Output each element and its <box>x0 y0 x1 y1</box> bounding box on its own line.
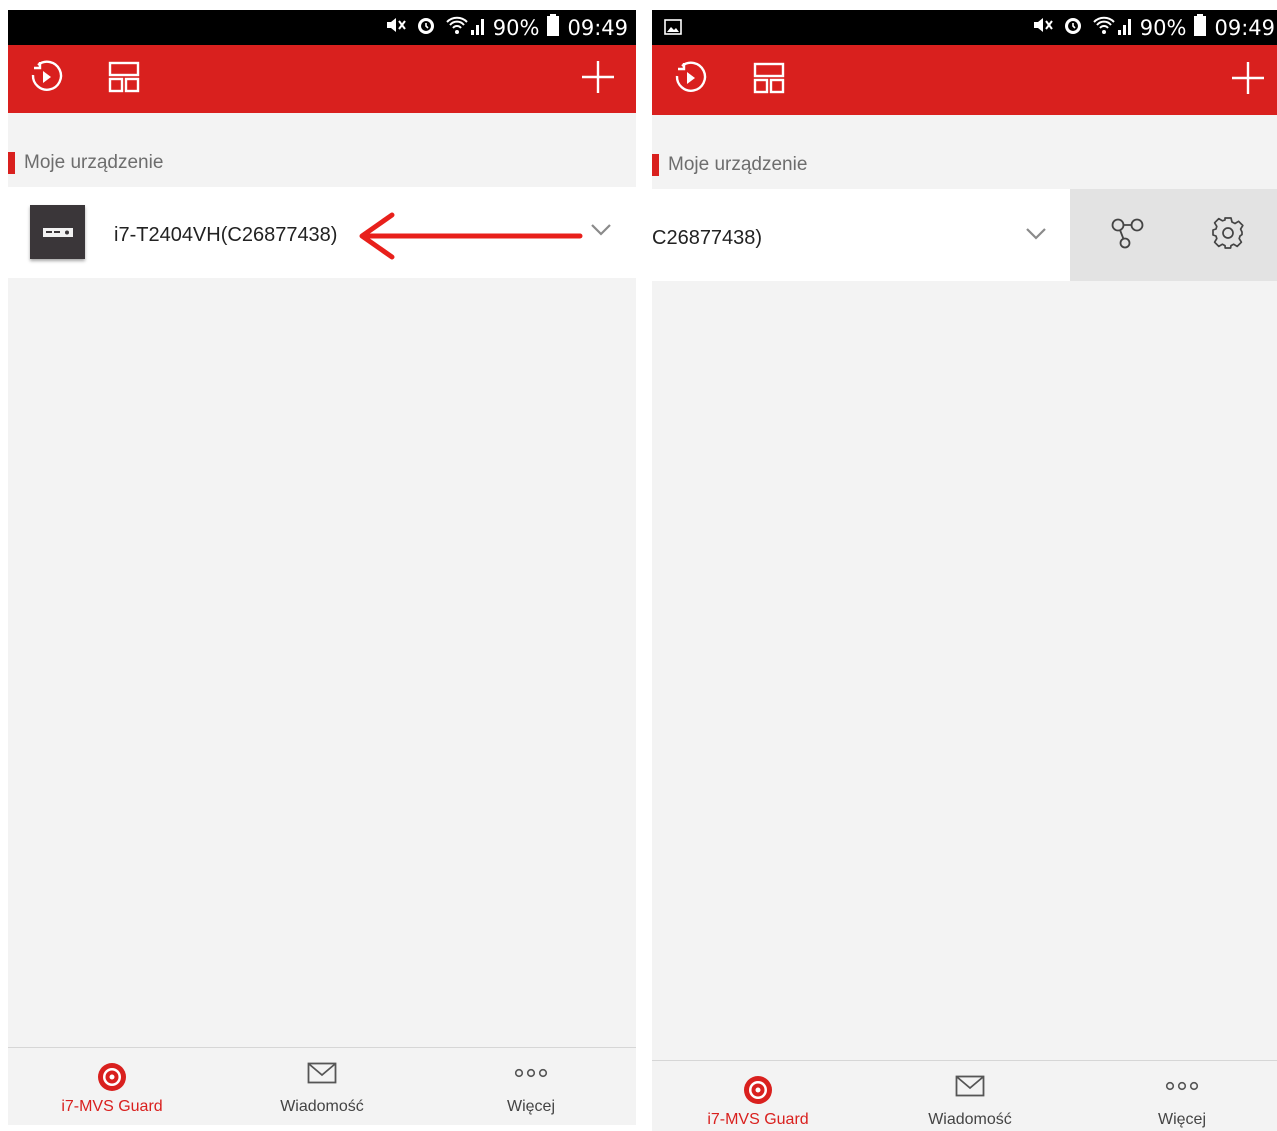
battery-percent: 90% <box>1139 15 1187 40</box>
chevron-down-icon[interactable] <box>590 223 612 242</box>
nav-label: i7-MVS Guard <box>707 1111 809 1128</box>
section-header: Moje urządzenie <box>652 150 807 180</box>
wifi-signal-icon <box>445 14 485 42</box>
nav-tab-messages[interactable]: Wiadomość <box>870 1061 1070 1131</box>
settings-button[interactable] <box>1189 189 1267 281</box>
layout-grid-icon <box>108 61 140 98</box>
envelope-icon <box>955 1075 985 1102</box>
section-accent <box>652 154 659 176</box>
chevron-down-icon[interactable] <box>1025 227 1047 246</box>
battery-icon <box>1194 13 1207 42</box>
layout-button[interactable] <box>739 45 799 115</box>
playback-icon <box>672 60 708 101</box>
more-dots-icon <box>1164 1075 1200 1102</box>
plus-icon <box>1230 60 1266 101</box>
status-bar: 90% 09:49 <box>8 10 636 45</box>
gear-icon <box>1211 216 1245 255</box>
device-name: i7-T2404VH(C26877438) <box>114 224 338 246</box>
bottom-nav: i7-MVS Guard Wiadomość Więcej <box>652 1060 1277 1131</box>
guard-icon <box>743 1075 773 1110</box>
section-title: Moje urządzenie <box>668 154 808 175</box>
section-header: Moje urządzenie <box>8 148 163 178</box>
mute-icon <box>1032 15 1054 41</box>
image-notification-icon <box>664 19 682 40</box>
playback-button[interactable] <box>660 45 720 115</box>
clock: 09:49 <box>1214 15 1275 40</box>
battery-icon <box>547 13 560 42</box>
phone-screen-right: 90% 09:49 Moje urządzenie C26877438) i7-… <box>652 10 1277 1131</box>
guard-icon <box>97 1062 127 1097</box>
bottom-nav: i7-MVS Guard Wiadomość Więcej <box>8 1047 636 1125</box>
battery-percent: 90% <box>492 15 540 40</box>
layout-grid-icon <box>753 62 785 99</box>
device-row-swiped[interactable]: C26877438) <box>652 189 1070 281</box>
device-name: C26877438) <box>652 227 763 249</box>
swipe-action-panel <box>1070 189 1277 281</box>
phone-screen-left: 90% 09:49 Moje urządzenie i7-T2404VH(C26… <box>8 10 636 1125</box>
playback-button[interactable] <box>16 45 76 113</box>
nav-label: i7-MVS Guard <box>61 1098 163 1115</box>
more-dots-icon <box>513 1062 549 1089</box>
nav-label: Więcej <box>506 1098 555 1115</box>
nav-tab-more[interactable]: Więcej <box>1082 1061 1277 1131</box>
alarm-icon <box>415 14 437 42</box>
share-nodes-icon <box>1109 217 1145 254</box>
section-title: Moje urządzenie <box>24 152 164 173</box>
nav-tab-guard[interactable]: i7-MVS Guard <box>658 1061 858 1131</box>
envelope-icon <box>307 1062 337 1089</box>
nav-label: Więcej <box>1157 1111 1206 1128</box>
share-button[interactable] <box>1088 189 1166 281</box>
playback-icon <box>28 59 64 100</box>
annotation-arrow-icon <box>359 212 583 260</box>
wifi-signal-icon <box>1092 14 1132 42</box>
app-bar <box>652 45 1277 115</box>
nav-label: Wiadomość <box>280 1098 364 1115</box>
layout-button[interactable] <box>94 45 154 113</box>
app-bar <box>8 45 636 113</box>
nav-tab-messages[interactable]: Wiadomość <box>222 1048 422 1125</box>
add-device-button[interactable] <box>568 45 628 113</box>
add-device-button[interactable] <box>1218 45 1277 115</box>
dvr-thumbnail-icon <box>30 205 85 259</box>
nav-label: Wiadomość <box>928 1111 1012 1128</box>
clock: 09:49 <box>567 15 628 40</box>
section-accent <box>8 152 15 174</box>
alarm-icon <box>1062 14 1084 42</box>
status-bar: 90% 09:49 <box>652 10 1277 45</box>
nav-tab-guard[interactable]: i7-MVS Guard <box>12 1048 212 1125</box>
mute-icon <box>385 15 407 41</box>
nav-tab-more[interactable]: Więcej <box>431 1048 631 1125</box>
plus-icon <box>580 59 616 100</box>
